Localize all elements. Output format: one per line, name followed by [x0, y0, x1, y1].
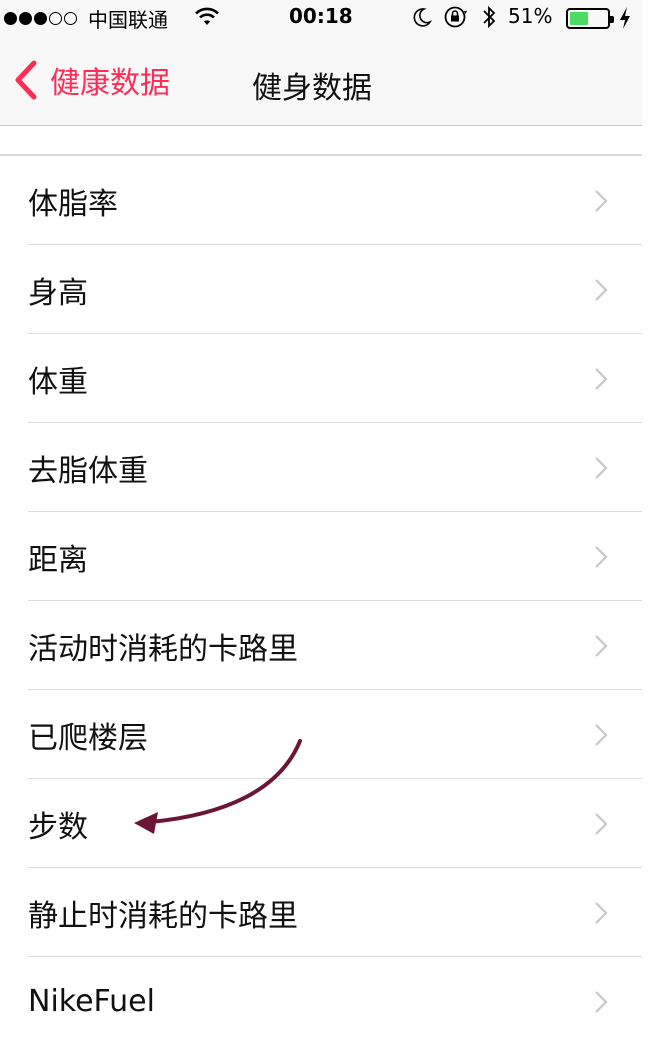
carrier-name: 中国联通 — [88, 8, 168, 32]
chevron-right-icon — [595, 190, 608, 212]
signal-dot — [49, 11, 62, 25]
back-button[interactable]: 健康数据 — [10, 58, 170, 102]
list-item[interactable]: 距离 — [0, 512, 642, 601]
list-item[interactable]: 静止时消耗的卡路里 — [0, 868, 642, 957]
chevron-right-icon — [595, 813, 608, 835]
list-item-label: 步数 — [28, 809, 88, 845]
back-label: 健康数据 — [50, 66, 170, 101]
list-item-label: 身高 — [28, 275, 88, 311]
battery-level — [570, 12, 589, 25]
list-item[interactable]: NikeFuel — [0, 957, 642, 1038]
chevron-right-icon — [595, 635, 608, 657]
list-item-label: 已爬楼层 — [28, 720, 148, 756]
page-title: 健身数据 — [252, 71, 372, 106]
signal-dot — [34, 11, 47, 25]
bolt-icon — [618, 6, 632, 35]
list-item-label: NikeFuel — [28, 984, 155, 1019]
list-item-label: 活动时消耗的卡路里 — [28, 631, 298, 667]
chevron-right-icon — [595, 546, 608, 568]
wifi-icon — [194, 6, 220, 33]
list-item-label: 体重 — [28, 364, 88, 400]
chevron-right-icon — [595, 279, 608, 301]
moon-icon — [410, 6, 433, 33]
section-gap — [0, 127, 642, 156]
signal-dot — [19, 11, 32, 25]
status-bar: 中国联通 00:18 51% — [0, 0, 642, 36]
list-item[interactable]: 身高 — [0, 245, 642, 334]
signal-dot — [4, 11, 17, 25]
chevron-right-icon — [595, 368, 608, 390]
signal-dot — [64, 11, 77, 25]
fitness-data-list: 体脂率 身高 体重 去脂体重 距离 活动时消耗的卡路里 已爬楼层 步数 静止时消… — [0, 156, 642, 1038]
chevron-right-icon — [595, 724, 608, 746]
chevron-right-icon — [595, 991, 608, 1013]
chevron-right-icon — [595, 457, 608, 479]
list-item[interactable]: 步数 — [0, 779, 642, 868]
chevron-left-icon — [15, 60, 37, 100]
rotation-lock-icon — [443, 5, 469, 34]
navigation-bar: 健康数据 健身数据 — [0, 36, 642, 126]
list-item-label: 体脂率 — [28, 186, 118, 222]
signal-strength — [4, 6, 77, 30]
battery-icon — [566, 8, 614, 29]
clock-time: 00:18 — [289, 4, 353, 28]
list-item-label: 静止时消耗的卡路里 — [28, 898, 298, 934]
list-item[interactable]: 体重 — [0, 334, 642, 423]
list-item-label: 去脂体重 — [28, 453, 148, 489]
list-item[interactable]: 体脂率 — [0, 156, 642, 245]
chevron-right-icon — [595, 902, 608, 924]
list-item-label: 距离 — [28, 542, 88, 578]
bluetooth-icon — [481, 4, 497, 35]
battery-percent: 51% — [508, 4, 553, 28]
list-item[interactable]: 活动时消耗的卡路里 — [0, 601, 642, 690]
list-item[interactable]: 已爬楼层 — [0, 690, 642, 779]
battery-nub — [610, 16, 614, 23]
list-item[interactable]: 去脂体重 — [0, 423, 642, 512]
